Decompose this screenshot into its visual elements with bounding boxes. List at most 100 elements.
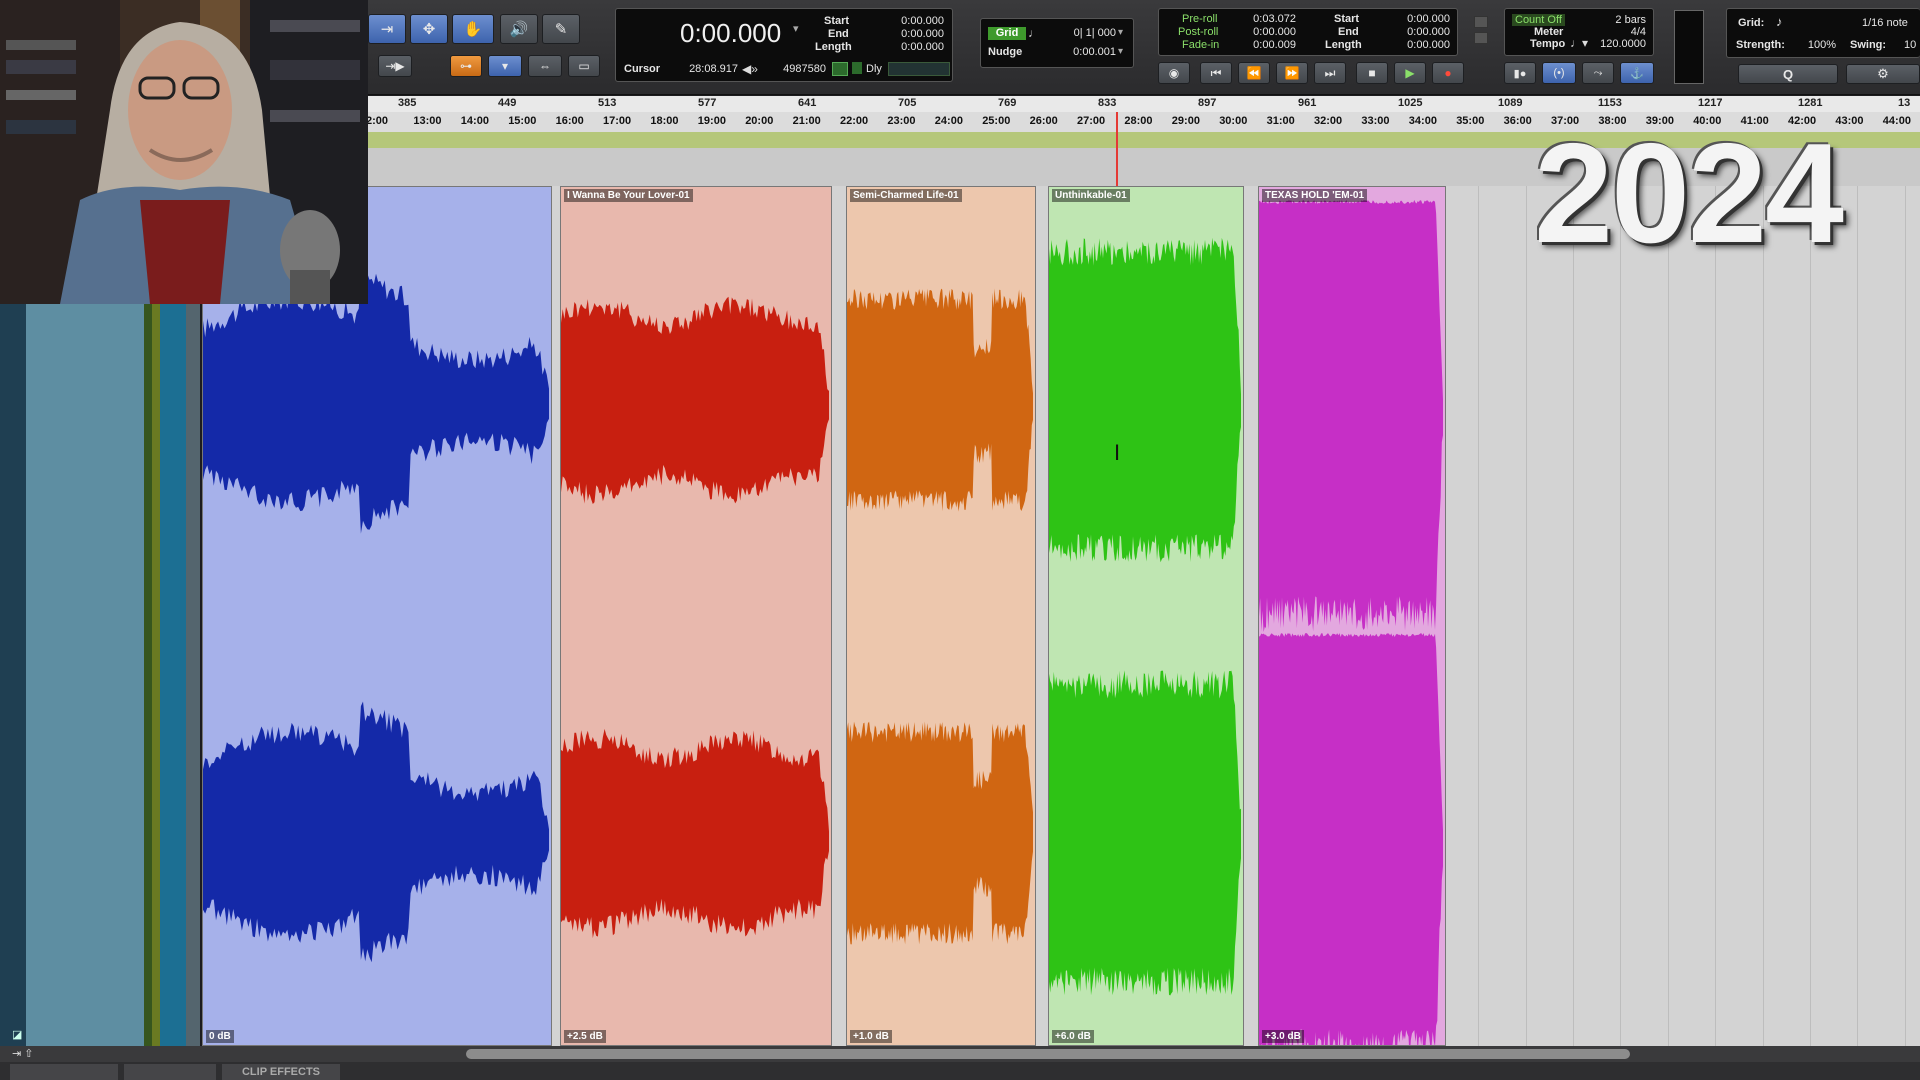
- resize-icon[interactable]: ◪: [12, 1028, 22, 1041]
- clip-waveform: [1259, 200, 1443, 1045]
- audio-clip[interactable]: Semi-Charmed Life-01 +1.0 dB: [846, 186, 1036, 1046]
- time-tick-label: 27:00: [1077, 115, 1106, 127]
- strength-value[interactable]: 100%: [1800, 39, 1836, 51]
- clip-gain-label[interactable]: +2.5 dB: [564, 1030, 606, 1043]
- go-to-end-icon[interactable]: ⏭: [1314, 62, 1346, 84]
- trim-tool-icon[interactable]: ✥: [410, 14, 448, 44]
- audio-clip[interactable]: TEXAS HOLD 'EM-01 +3.0 dB: [1258, 186, 1446, 1046]
- quantize-grid-value[interactable]: 1/16 note: [1862, 17, 1920, 29]
- pencil-tool-icon[interactable]: ✎: [542, 14, 580, 44]
- rewind-icon[interactable]: ⏪: [1238, 62, 1270, 84]
- clip-gain-label[interactable]: +6.0 dB: [1052, 1030, 1094, 1043]
- clip-gain-label[interactable]: +1.0 dB: [850, 1030, 892, 1043]
- stop-icon[interactable]: ■: [1356, 62, 1388, 84]
- time-tick-label: 44:00: [1882, 115, 1911, 127]
- bottom-tab-1[interactable]: [10, 1064, 118, 1080]
- dly-label: Dly: [866, 63, 882, 75]
- preroll-end-value[interactable]: 0:00.000: [1386, 26, 1450, 38]
- insertion-follows-icon[interactable]: ⇔: [528, 55, 562, 77]
- online-icon[interactable]: ◉: [1158, 62, 1190, 84]
- fadein-value[interactable]: 0:00.009: [1232, 39, 1296, 51]
- grid-value[interactable]: 0| 1| 000: [1050, 27, 1116, 39]
- clip-gain-label[interactable]: 0 dB: [206, 1030, 234, 1043]
- grid-button[interactable]: Grid: [988, 27, 1026, 40]
- fadein-label[interactable]: Fade-in: [1182, 39, 1219, 51]
- preroll-value[interactable]: 0:03.072: [1232, 13, 1296, 25]
- settings-gear-icon[interactable]: ⚙: [1846, 64, 1920, 84]
- metronome-icon[interactable]: ⚓: [1620, 62, 1654, 84]
- speaker-icon[interactable]: 🔊: [500, 14, 538, 44]
- preroll-start-label: Start: [1334, 13, 1360, 25]
- clip-effects-tab[interactable]: CLIP EFFECTS: [222, 1064, 340, 1080]
- time-tick-label: 14:00: [460, 115, 489, 127]
- edit-window-tracks[interactable]: 0 dB I Wanna Be Your Lover-01 +2.5 dB Semi-…: [202, 186, 1920, 1046]
- preroll-start-value[interactable]: 0:00.000: [1386, 13, 1450, 25]
- bars-beats-ruler[interactable]: 385 449 513 577 641 705 769 833 897 961 1025 1089 11…: [368, 96, 1920, 112]
- fast-forward-icon[interactable]: ⏩: [1276, 62, 1308, 84]
- status-indicators: [888, 62, 950, 76]
- counter-start-label: Start: [824, 15, 850, 27]
- quantize-q-button[interactable]: Q: [1738, 64, 1838, 84]
- preroll-label[interactable]: Pre-roll: [1182, 13, 1217, 25]
- grid-line: [1620, 186, 1622, 1046]
- preroll-length-value[interactable]: 0:00.000: [1386, 39, 1450, 51]
- postroll-value[interactable]: 0:00.000: [1232, 26, 1296, 38]
- audio-clip[interactable]: I Wanna Be Your Lover-01 +2.5 dB: [560, 186, 832, 1046]
- meter-value[interactable]: 4/4: [1590, 26, 1646, 38]
- time-tick-label: 29:00: [1171, 115, 1200, 127]
- nudge-label[interactable]: Nudge: [988, 46, 1022, 58]
- nudge-value[interactable]: 0:00.001: [1050, 46, 1116, 58]
- expand-up-icon[interactable]: [1474, 16, 1488, 28]
- midi-icon[interactable]: [832, 62, 848, 76]
- counter-start-value[interactable]: 0:00.000: [880, 15, 944, 27]
- grid-dropdown-icon[interactable]: ▾: [1118, 27, 1123, 38]
- time-tick-label: 30:00: [1219, 115, 1248, 127]
- time-tick-label: 2:00: [366, 115, 389, 127]
- audio-clip[interactable]: 0 dB: [202, 186, 552, 1046]
- waveform-channel: [203, 701, 549, 963]
- delay-compensation-icon[interactable]: [852, 62, 862, 74]
- counter-length-value[interactable]: 0:00.000: [880, 41, 944, 53]
- playhead-cursor[interactable]: [1116, 112, 1118, 186]
- presenter-image: [0, 0, 368, 304]
- presenter-webcam: [0, 0, 368, 304]
- play-icon[interactable]: ▶: [1394, 62, 1426, 84]
- expand-down-icon[interactable]: [1474, 32, 1488, 44]
- time-tick-label: 15:00: [508, 115, 537, 127]
- grid-nudge-panel: [980, 18, 1134, 68]
- nudge-dropdown-icon[interactable]: ▾: [1118, 46, 1123, 57]
- grid-line: [1573, 186, 1574, 1046]
- midi-merge-icon[interactable]: ▮●: [1504, 62, 1536, 84]
- bottom-tab-2[interactable]: [124, 1064, 216, 1080]
- bar-tick-label: 513: [598, 97, 617, 109]
- audio-clip[interactable]: Unthinkable-01 +6.0 dB: [1048, 186, 1244, 1046]
- conductor-icon[interactable]: ⤳: [1582, 62, 1614, 84]
- wait-for-note-icon[interactable]: (•): [1542, 62, 1576, 84]
- clip-gain-label[interactable]: +3.0 dB: [1262, 1030, 1304, 1043]
- text-cursor-icon: I: [1114, 440, 1121, 465]
- postroll-label[interactable]: Post-roll: [1178, 26, 1218, 38]
- time-tick-label: 20:00: [745, 115, 774, 127]
- time-tick-label: 16:00: [555, 115, 584, 127]
- countoff-value[interactable]: 2 bars: [1590, 14, 1646, 26]
- tab-to-transient-icon[interactable]: ⇥▶: [378, 55, 412, 77]
- counter-dropdown-icon[interactable]: ▾: [793, 22, 799, 35]
- horizontal-scrollbar[interactable]: [466, 1049, 1630, 1059]
- time-tick-label: 23:00: [887, 115, 916, 127]
- bar-tick-label: 833: [1098, 97, 1117, 109]
- return-to-zero-icon[interactable]: ⏮: [1200, 62, 1232, 84]
- countoff-button[interactable]: Count Off: [1512, 14, 1565, 26]
- edit-window-nav-icon[interactable]: ⇥ ⇧: [12, 1047, 34, 1060]
- main-counter-value[interactable]: 0:00.000: [680, 18, 781, 49]
- swing-value[interactable]: 10: [1904, 39, 1920, 51]
- meter-label: Meter: [1534, 26, 1564, 38]
- tempo-value[interactable]: 120.0000: [1594, 38, 1646, 50]
- time-tick-label: 21:00: [792, 115, 821, 127]
- link-track-icon[interactable]: ▾: [488, 55, 522, 77]
- grabber-hand-icon[interactable]: ✋: [452, 14, 494, 44]
- mirror-icon[interactable]: ▭: [568, 55, 600, 77]
- record-icon[interactable]: ●: [1432, 62, 1464, 84]
- zoomer-tool-icon[interactable]: ⇥: [368, 14, 406, 44]
- counter-end-value[interactable]: 0:00.000: [880, 28, 944, 40]
- link-icon[interactable]: ⊶: [450, 55, 482, 77]
